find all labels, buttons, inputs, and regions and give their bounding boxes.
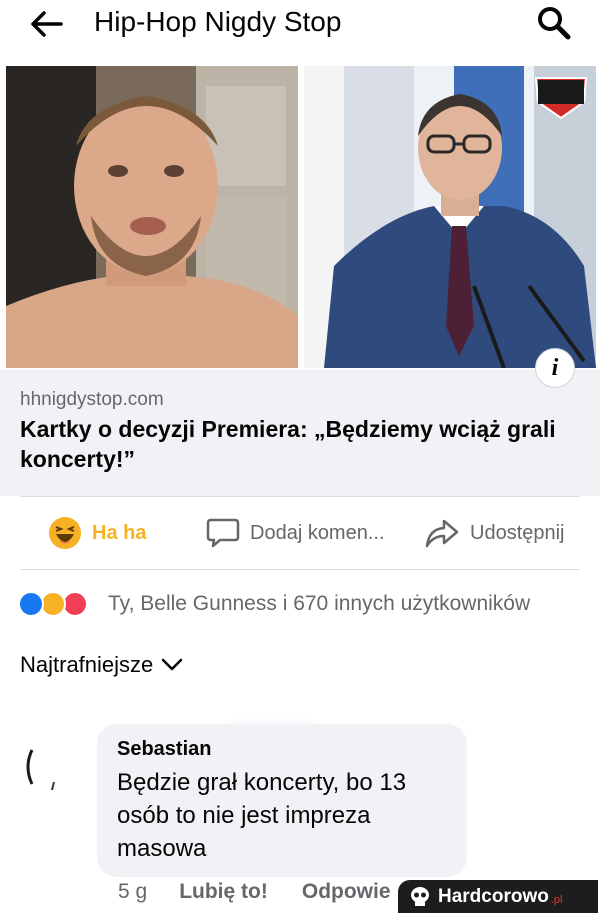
watermark: Hardcorowo .pl [398,880,598,913]
comment-button[interactable]: Dodaj komen... [206,497,385,569]
photo-politician[interactable] [304,66,596,368]
comment-bubble-icon [206,518,240,548]
sort-label: Najtrafniejsze [20,652,154,677]
comments-sort-dropdown[interactable]: Najtrafniejsze [20,652,183,678]
haha-label: Ha ha [92,521,147,544]
link-title[interactable]: Kartky o decyzji Premiera: „Będziemy wci… [20,414,580,474]
divider [20,569,580,570]
watermark-text: Hardcorowo [438,885,549,907]
link-domain: hhnigdystop.com [20,389,164,410]
avatar[interactable] [20,734,86,800]
brand-logo-badge [534,77,588,120]
reaction-icons [18,589,102,619]
comment-text: Będzie grał koncerty, bo 13 osób to nie … [117,769,407,862]
back-arrow-icon[interactable] [30,10,64,38]
watermark-suffix: .pl [550,893,563,906]
photo-man-selfie[interactable] [6,66,298,368]
share-arrow-icon [425,519,459,548]
top-bar: Hip-Hop Nigdy Stop [0,0,600,64]
post-image[interactable] [0,64,600,370]
comment-reply-button[interactable]: Odpowie [302,880,391,904]
redaction-blur [223,729,319,763]
reactions-summary[interactable]: Ty, Belle Gunness i 670 innych użytkowni… [18,586,530,622]
reactions-text: Ty, Belle Gunness i 670 innych użytkowni… [108,592,531,615]
post-action-bar: Ha ha Dodaj komen... Udostępnij [0,497,600,569]
comment-bubble: Sebastian Będzie grał koncerty, bo 13 os… [97,724,467,877]
chevron-down-icon [162,658,183,671]
haha-reaction-button[interactable]: Ha ha [48,497,146,569]
haha-emoji-icon [49,517,81,549]
comment-meta: 5 g Lubię to! Odpowie [118,880,391,904]
comment-like-button[interactable]: Lubię to! [179,880,268,904]
comment-timestamp[interactable]: 5 g [118,880,147,904]
skull-icon [411,886,429,906]
info-icon[interactable]: i [535,348,575,388]
like-reaction-icon [18,591,44,617]
comment-author[interactable]: Sebastian [117,738,211,761]
page-title: Hip-Hop Nigdy Stop [94,6,342,37]
share-button[interactable]: Udostępnij [424,497,565,569]
comment-label: Dodaj komen... [250,521,385,544]
share-label: Udostępnij [470,521,565,544]
search-icon[interactable] [536,5,572,41]
